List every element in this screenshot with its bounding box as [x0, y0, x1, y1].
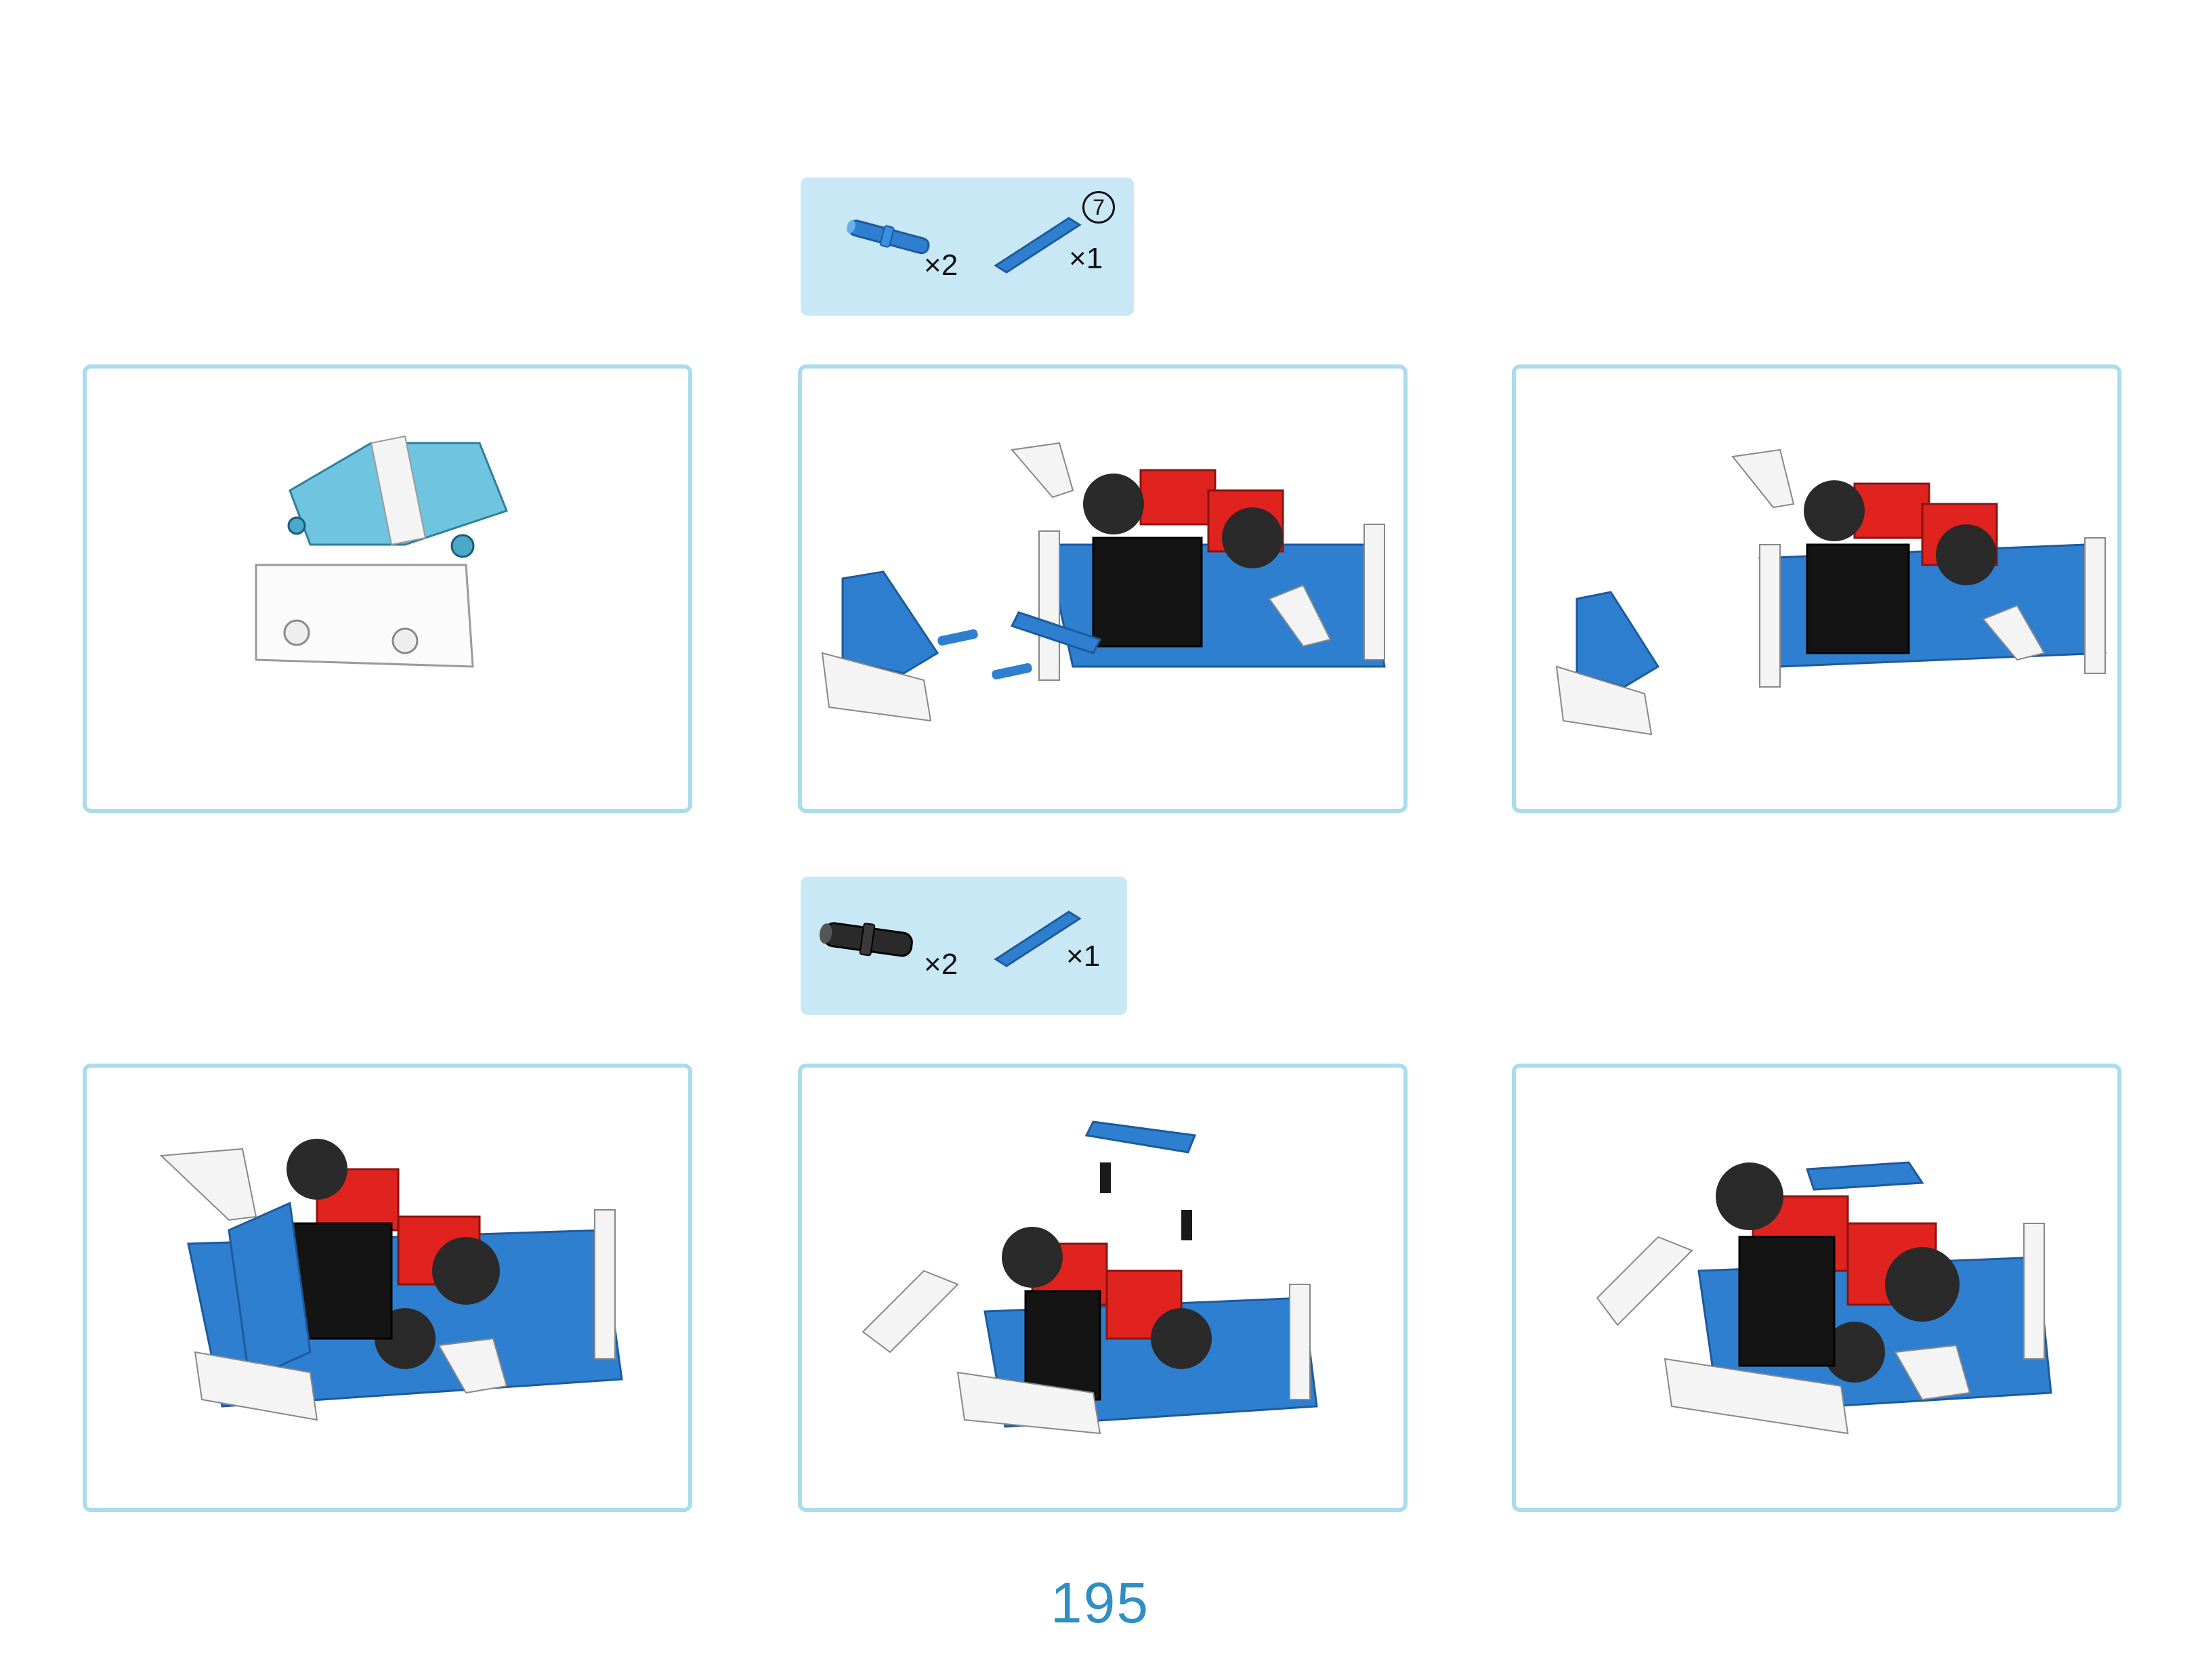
step-panel-1: [83, 364, 692, 813]
part-count-pin: ×2: [924, 948, 958, 981]
claw-part-illustration: [255, 435, 508, 668]
robot-complete-illustration: [1596, 1161, 2052, 1435]
part-count-beam: ×1: [1066, 940, 1101, 973]
black-friction-pin-icon: [819, 922, 913, 957]
step-panel-5: [798, 1064, 1408, 1512]
step-badge: 7: [1082, 191, 1115, 224]
robot-with-claw-illustration: [159, 1139, 623, 1421]
parts-list-2: ×2 ×1: [801, 877, 1127, 1015]
step-panel-2: [798, 364, 1408, 813]
part-count-pin: ×2: [924, 249, 958, 282]
robot-top-beam-exploded-illustration: [862, 1120, 1318, 1435]
robot-exploded-illustration: [821, 442, 1386, 722]
part-count-beam: ×1: [1069, 242, 1103, 275]
step-panel-6: [1512, 1064, 2121, 1512]
page-number: 195: [1050, 1571, 1150, 1635]
robot-claw-attached-illustration: [1555, 448, 2107, 736]
parts-list-1: ×2 ×1 7: [801, 177, 1134, 316]
step-panel-3: [1512, 364, 2121, 813]
step-panel-4: [83, 1064, 692, 1512]
